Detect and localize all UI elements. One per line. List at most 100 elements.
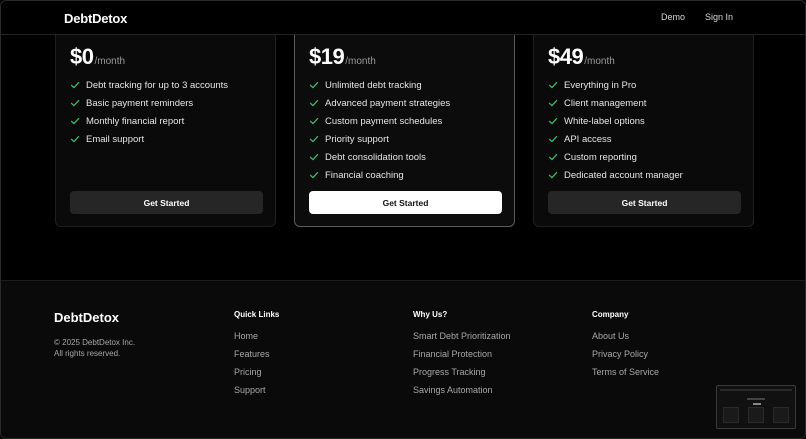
feature-label: Client management [564,97,647,109]
feature-label: Debt consolidation tools [325,151,426,163]
copyright-text: © 2025 DebtDetox Inc. [54,338,136,347]
feature-label: Custom payment schedules [325,115,443,127]
feature-label: Dedicated account manager [564,169,683,181]
feature-label: API access [564,133,612,145]
thumbnail-card [773,407,789,423]
feature-label: White-label options [564,115,645,127]
feature-item: Custom reporting [548,148,683,166]
feature-list: Everything in Pro Client management Whit… [548,76,683,184]
check-icon [309,80,319,90]
feature-list: Unlimited debt tracking Advanced payment… [309,76,450,184]
plan-amount: $49 [548,44,584,69]
feature-item: Financial coaching [309,166,450,184]
plan-period: /month [94,56,126,67]
feature-item: Dedicated account manager [548,166,683,184]
check-icon [548,98,558,108]
feature-label: Financial coaching [325,169,404,181]
nav-links: Demo Sign In [661,12,733,22]
check-icon [548,170,558,180]
footer-column-title: Why Us? [413,310,448,319]
plan-amount: $0 [70,44,94,69]
check-icon [70,80,80,90]
check-icon [70,116,80,126]
get-started-button[interactable]: Get Started [70,191,263,214]
footer-link-pricing[interactable]: Pricing [234,367,279,385]
get-started-button[interactable]: Get Started [548,191,741,214]
footer-link-terms[interactable]: Terms of Service [592,367,659,385]
check-icon [309,116,319,126]
footer-link-financial-protection[interactable]: Financial Protection [413,349,511,367]
feature-item: Basic payment reminders [70,94,228,112]
feature-item: Debt consolidation tools [309,148,450,166]
thumbnail-card [748,407,764,423]
footer-column-quick-links: Quick Links Home Features Pricing Suppor… [234,310,279,403]
pricing-card-pro: $19 /month Unlimited debt tracking Advan… [294,15,515,227]
footer-column-title: Quick Links [234,310,280,319]
plan-period: /month [345,56,376,67]
logo[interactable]: DebtDetox [64,11,127,26]
feature-item: Custom payment schedules [309,112,450,130]
footer-link-about-us[interactable]: About Us [592,331,659,349]
footer-link-features[interactable]: Features [234,349,279,367]
feature-label: Email support [86,133,145,145]
feature-label: Priority support [325,133,389,145]
nav-link-sign-in[interactable]: Sign In [705,12,733,22]
footer: DebtDetox © 2025 DebtDetox Inc. All righ… [1,280,805,438]
feature-item: Monthly financial report [70,112,228,130]
check-icon [309,98,319,108]
feature-label: Debt tracking for up to 3 accounts [86,79,229,91]
feature-label: Advanced payment strategies [325,97,451,109]
thumbnail-card [723,407,739,423]
plan-price: $19 /month [309,44,376,70]
check-icon [309,170,319,180]
thumbnail-heading [747,398,765,400]
check-icon [309,134,319,144]
check-icon [70,98,80,108]
footer-link-progress-tracking[interactable]: Progress Tracking [413,367,511,385]
check-icon [548,134,558,144]
feature-item: White-label options [548,112,683,130]
feature-label: Basic payment reminders [86,97,194,109]
plan-price: $0 /month [70,44,125,70]
footer-link-support[interactable]: Support [234,385,279,403]
plan-price: $49 /month [548,44,615,70]
footer-logo: DebtDetox [54,310,120,325]
check-icon [548,116,558,126]
pricing-card-free: $0 /month Debt tracking for up to 3 acco… [55,15,276,227]
feature-item: API access [548,130,683,148]
footer-column-company: Company About Us Privacy Policy Terms of… [592,310,659,385]
page: $0 /month Debt tracking for up to 3 acco… [0,0,806,439]
check-icon [70,134,80,144]
nav-link-demo[interactable]: Demo [661,12,685,22]
top-nav: DebtDetox Demo Sign In [1,1,805,35]
feature-label: Everything in Pro [564,79,637,91]
footer-copyright: © 2025 DebtDetox Inc. All rights reserve… [54,337,135,359]
plan-period: /month [584,56,615,67]
footer-link-privacy-policy[interactable]: Privacy Policy [592,349,659,367]
feature-item: Advanced payment strategies [309,94,450,112]
check-icon [309,152,319,162]
page-preview-thumbnail[interactable] [716,385,796,429]
feature-label: Custom reporting [564,151,637,163]
get-started-button[interactable]: Get Started [309,191,502,214]
feature-label: Unlimited debt tracking [325,79,422,91]
thumbnail-nav [720,389,792,391]
pricing-card-business: $49 /month Everything in Pro Client mana… [533,15,754,227]
feature-label: Monthly financial report [86,115,185,127]
thumbnail-subheading [753,403,761,405]
rights-text: All rights reserved. [54,349,121,358]
feature-item: Unlimited debt tracking [309,76,450,94]
check-icon [548,152,558,162]
feature-item: Debt tracking for up to 3 accounts [70,76,228,94]
feature-list: Debt tracking for up to 3 accounts Basic… [70,76,228,148]
check-icon [548,80,558,90]
feature-item: Priority support [309,130,450,148]
plan-amount: $19 [309,44,345,69]
feature-item: Client management [548,94,683,112]
feature-item: Email support [70,130,228,148]
footer-link-home[interactable]: Home [234,331,279,349]
footer-link-smart-debt[interactable]: Smart Debt Prioritization [413,331,511,349]
footer-link-savings-automation[interactable]: Savings Automation [413,385,511,403]
footer-column-title: Company [592,310,629,319]
feature-item: Everything in Pro [548,76,683,94]
